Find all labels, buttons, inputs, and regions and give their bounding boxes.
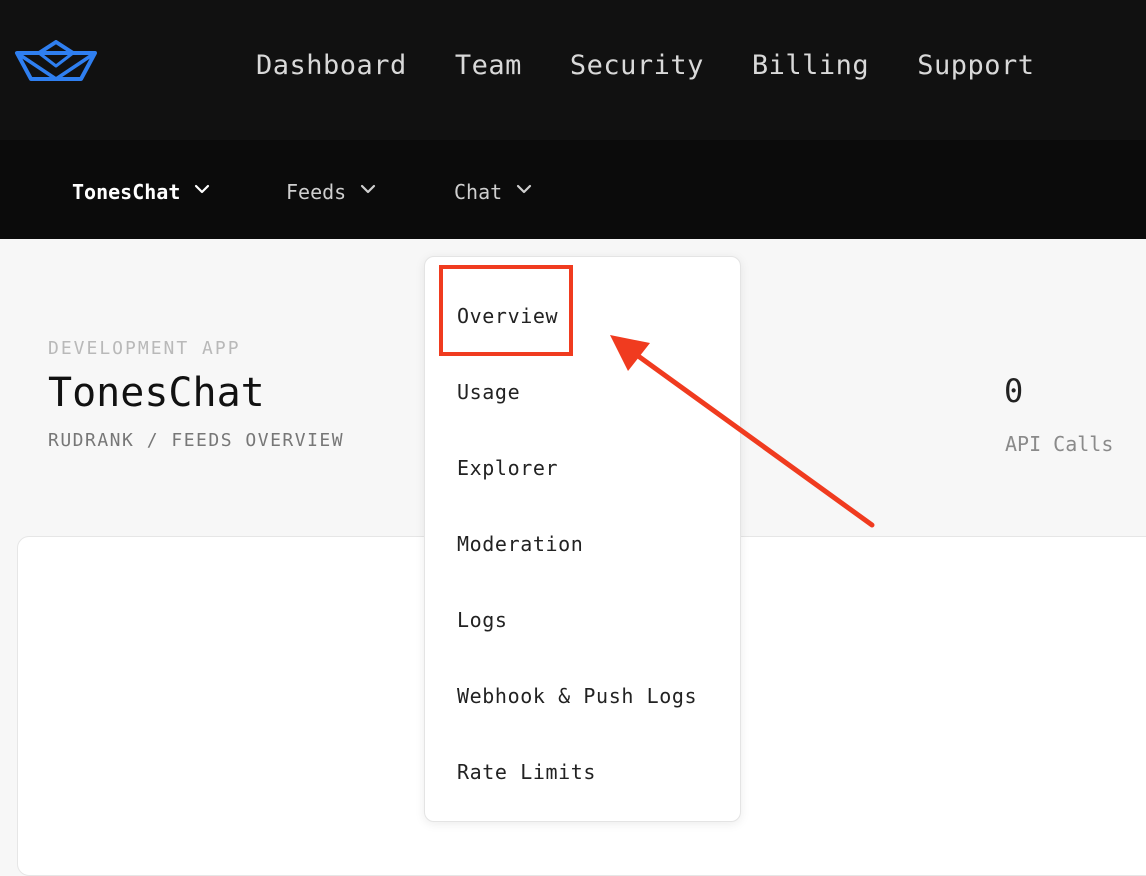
- page-title: TonesChat: [48, 370, 265, 416]
- menu-item-webhook-push-logs[interactable]: Webhook & Push Logs: [457, 684, 697, 708]
- chevron-down-icon: [517, 184, 532, 194]
- paper-boat-logo[interactable]: [14, 40, 98, 84]
- breadcrumb: RUDRANK / FEEDS OVERVIEW: [48, 430, 345, 451]
- subnav-label: TonesChat: [72, 180, 181, 204]
- nav-security[interactable]: Security: [570, 50, 704, 81]
- main-nav: Dashboard Team Security Billing Support: [256, 50, 1034, 81]
- api-calls-value: 0: [1004, 372, 1024, 410]
- menu-item-moderation[interactable]: Moderation: [457, 532, 583, 556]
- top-navigation-bar: Dashboard Team Security Billing Support: [0, 0, 1146, 140]
- api-calls-label: API Calls: [1005, 432, 1114, 456]
- subnav-app-toneschat[interactable]: TonesChat: [72, 180, 210, 204]
- app-environment-label: DEVELOPMENT APP: [48, 338, 241, 359]
- annotation-arrow-icon: [610, 335, 875, 528]
- nav-dashboard[interactable]: Dashboard: [256, 50, 407, 81]
- annotation-highlight-box: [439, 265, 573, 356]
- menu-item-usage[interactable]: Usage: [457, 380, 520, 404]
- subnav-feeds[interactable]: Feeds: [286, 180, 376, 204]
- subnav-label: Feeds: [286, 180, 347, 204]
- menu-item-logs[interactable]: Logs: [457, 608, 508, 632]
- chevron-down-icon: [195, 184, 210, 194]
- nav-team[interactable]: Team: [455, 50, 522, 81]
- chevron-down-icon: [361, 184, 376, 194]
- menu-item-explorer[interactable]: Explorer: [457, 456, 558, 480]
- nav-support[interactable]: Support: [917, 50, 1034, 81]
- subnav-label: Chat: [454, 180, 503, 204]
- nav-billing[interactable]: Billing: [752, 50, 869, 81]
- subnav-chat[interactable]: Chat: [454, 180, 532, 204]
- menu-item-rate-limits[interactable]: Rate Limits: [457, 760, 596, 784]
